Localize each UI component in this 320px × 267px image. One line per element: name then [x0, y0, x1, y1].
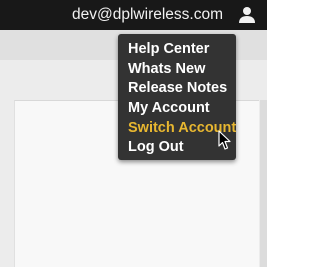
mouse-cursor-icon	[218, 130, 231, 150]
account-email[interactable]: dev@dplwireless.com	[72, 6, 223, 24]
scrollbar-track[interactable]	[260, 100, 267, 267]
menu-item-my-account[interactable]: My Account	[118, 99, 236, 119]
menu-item-whats-new[interactable]: Whats New	[118, 60, 236, 80]
menu-item-help-center[interactable]: Help Center	[118, 40, 236, 60]
page: dev@dplwireless.com Help Center Whats Ne…	[0, 0, 267, 267]
menu-item-release-notes[interactable]: Release Notes	[118, 79, 236, 99]
top-bar: dev@dplwireless.com	[0, 0, 267, 30]
user-icon[interactable]	[238, 6, 256, 24]
